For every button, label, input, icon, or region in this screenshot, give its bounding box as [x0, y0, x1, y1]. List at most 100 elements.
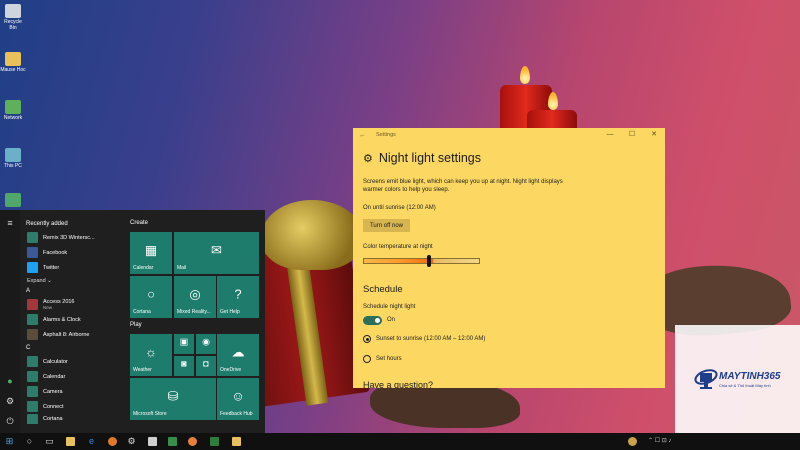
app-list: Recently added Remix 3D Wintersc... Face… — [22, 218, 122, 424]
list-item[interactable]: Camera — [22, 384, 122, 399]
list-item[interactable]: Connect — [22, 399, 122, 414]
weather-sun-icon: ☼ — [145, 344, 157, 360]
task-view-icon[interactable]: ▭ — [44, 436, 55, 447]
list-item[interactable]: Calendar — [22, 369, 122, 384]
recycle-bin-icon — [5, 4, 21, 18]
mail-icon: ✉ — [211, 242, 222, 258]
tile-small-app[interactable]: ◘ — [196, 356, 216, 376]
night-light-status: On until sunrise (12:00 AM) — [363, 205, 436, 211]
settings-gear-icon[interactable]: ⚙ — [126, 436, 137, 447]
tile-small-app[interactable]: ◉ — [196, 334, 216, 354]
schedule-night-light-label: Schedule night light — [363, 304, 416, 310]
turn-off-now-button[interactable]: Turn off now — [363, 219, 410, 232]
computer-icon — [5, 148, 21, 162]
list-item[interactable]: Remix 3D Wintersc... — [22, 230, 122, 245]
avatar[interactable] — [628, 437, 637, 446]
wallpaper-flame — [520, 66, 530, 84]
search-icon[interactable]: ○ — [24, 436, 35, 447]
tile-microsoft-store[interactable]: ⛁ Microsoft Store — [130, 378, 216, 420]
calendar-icon — [27, 371, 38, 382]
alarm-icon — [27, 314, 38, 325]
store-icon[interactable] — [232, 437, 241, 446]
tile-cortana[interactable]: ○ Cortana — [130, 276, 172, 318]
schedule-toggle-state: On — [387, 317, 396, 323]
radio-set-hours[interactable]: Set hours — [363, 355, 402, 363]
radio-sunset-to-sunrise[interactable]: Sunset to sunrise (12:00 AM – 12:00 AM) — [363, 335, 485, 343]
color-temperature-slider[interactable] — [363, 258, 480, 264]
list-item[interactable]: Asphalt 8: Airborne — [22, 327, 122, 342]
excel-icon[interactable] — [210, 437, 219, 446]
cloud-icon: ☁ — [231, 344, 245, 360]
radio-button-selected[interactable] — [363, 335, 371, 343]
close-icon[interactable]: ✕ — [643, 128, 665, 142]
app-icon[interactable] — [168, 437, 177, 446]
cortana-icon: ○ — [147, 286, 155, 302]
gear-icon: ⚙ — [363, 152, 373, 165]
wallpaper-bow — [262, 200, 362, 270]
have-a-question-heading: Have a question? — [363, 380, 434, 388]
tile-mixed-reality[interactable]: ◎ Mixed Reality... — [174, 276, 216, 318]
maximize-icon[interactable]: ☐ — [621, 128, 643, 142]
night-light-description: Screens emit blue light, which can keep … — [363, 179, 563, 193]
tile-calendar[interactable]: ▦ Calendar — [130, 232, 172, 274]
tile-onedrive[interactable]: ☁ OneDrive — [217, 334, 259, 376]
hamburger-icon[interactable]: ≡ — [5, 218, 15, 228]
color-temperature-label: Color temperature at night — [363, 244, 433, 250]
maytinh365-logo-icon — [694, 369, 718, 389]
minimize-icon[interactable]: — — [599, 128, 621, 142]
settings-window: ← Settings — ☐ ✕ ⚙ Night light settings … — [353, 128, 665, 388]
section-letter-c[interactable]: C — [26, 345, 122, 351]
tile-feedback-hub[interactable]: ☺ Feedback Hub — [217, 378, 259, 420]
browser-icon[interactable] — [188, 437, 197, 446]
file-explorer-icon[interactable] — [66, 437, 75, 446]
windows-start-icon[interactable]: ⊞ — [4, 436, 15, 447]
list-item[interactable]: Calculator — [22, 354, 122, 369]
desktop-icon-recycle-bin[interactable]: Recycle Bin — [0, 4, 26, 31]
back-arrow-icon[interactable]: ← — [359, 132, 366, 139]
power-icon[interactable]: ⏻ — [5, 416, 15, 426]
radio-button[interactable] — [363, 355, 371, 363]
desktop-icon-folder[interactable]: Mause Hoc — [0, 52, 26, 73]
wallpaper-flame — [548, 92, 558, 110]
store-bag-icon: ⛁ — [167, 388, 179, 404]
gear-icon[interactable]: ⚙ — [5, 396, 15, 406]
window-controls: — ☐ ✕ — [599, 128, 665, 142]
list-item[interactable]: Access 2016 New — [22, 297, 122, 312]
asphalt-icon — [27, 329, 38, 340]
facebook-icon — [27, 247, 38, 258]
tile-small-app[interactable]: ◙ — [174, 356, 194, 376]
list-item[interactable]: Facebook — [22, 245, 122, 260]
game-icon: ▣ — [179, 336, 189, 347]
schedule-toggle[interactable] — [363, 316, 382, 325]
tile-small-app[interactable]: ▣ — [174, 334, 194, 354]
photos-icon[interactable] — [148, 437, 157, 446]
list-item[interactable]: Cortana — [22, 414, 122, 424]
desktop-icon-app[interactable] — [0, 193, 26, 208]
tile-weather[interactable]: ☼ Weather — [130, 334, 172, 376]
firefox-icon[interactable] — [108, 437, 117, 446]
twitter-icon — [27, 262, 38, 273]
list-item[interactable]: Alarms & Clock — [22, 312, 122, 327]
edge-browser-icon[interactable]: e — [86, 436, 97, 447]
cortana-icon — [27, 414, 38, 424]
expand-button[interactable]: Expand ⌄ — [22, 278, 122, 284]
desktop-icon-network[interactable]: Network — [0, 100, 26, 121]
section-letter-a[interactable]: A — [26, 288, 122, 294]
tile-group-create[interactable]: Create — [130, 220, 148, 226]
desktop-icon-this-pc[interactable]: This PC — [0, 148, 26, 169]
list-item[interactable]: Twitter — [22, 260, 122, 275]
tile-group-play[interactable]: Play — [130, 322, 142, 328]
feedback-icon: ☺ — [231, 388, 245, 404]
title-bar: ← Settings — ☐ ✕ — [353, 128, 665, 142]
remix3d-icon — [27, 232, 38, 243]
recently-added-heading: Recently added — [26, 221, 68, 227]
avatar-icon[interactable]: ● — [5, 376, 15, 386]
schedule-heading: Schedule — [363, 284, 403, 295]
window-title: Settings — [376, 132, 396, 138]
app-icon — [5, 193, 21, 207]
tile-get-help[interactable]: ? Get Help — [217, 276, 259, 318]
tile-mail[interactable]: ✉ Mail — [174, 232, 259, 274]
page-header: ⚙ Night light settings — [363, 151, 481, 165]
color-temperature-slider-thumb[interactable] — [426, 255, 431, 267]
system-tray[interactable]: ⌃ ☐ ⊡ ♪ — [648, 437, 671, 444]
